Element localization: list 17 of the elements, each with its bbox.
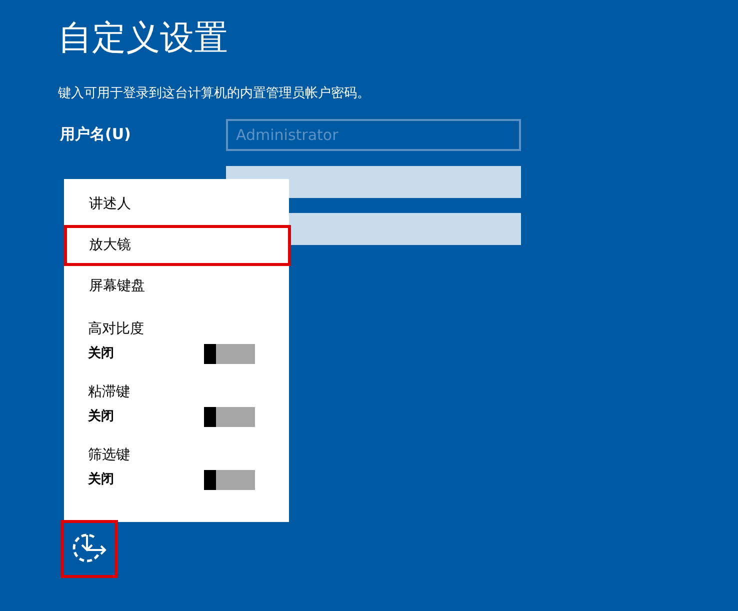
setting-label: 粘滞键 [88, 383, 131, 402]
menu-item[interactable]: 讲述人 [64, 184, 289, 225]
toggle-state: 关闭 [88, 408, 114, 426]
toggle-switch[interactable] [204, 407, 255, 427]
page-title: 自定义设置 [58, 17, 229, 60]
field-label: 用户名(U) [60, 124, 132, 146]
setting-label: 高对比度 [88, 320, 145, 339]
toggle-state: 关闭 [88, 470, 114, 490]
setting-label: 筛选键 [88, 446, 131, 465]
ease-of-access-icon [72, 533, 108, 565]
toggle-switch[interactable] [204, 470, 255, 490]
toggle-state: 关闭 [88, 344, 114, 364]
instruction-text: 键入可用于登录到这台计算机的内置管理员帐户密码。 [58, 85, 371, 103]
menu-item[interactable]: 屏幕键盘 [64, 266, 289, 307]
toggle-switch[interactable] [204, 344, 255, 364]
menu-item[interactable]: 放大镜 [64, 225, 291, 266]
ease-of-access-button[interactable] [61, 520, 118, 578]
